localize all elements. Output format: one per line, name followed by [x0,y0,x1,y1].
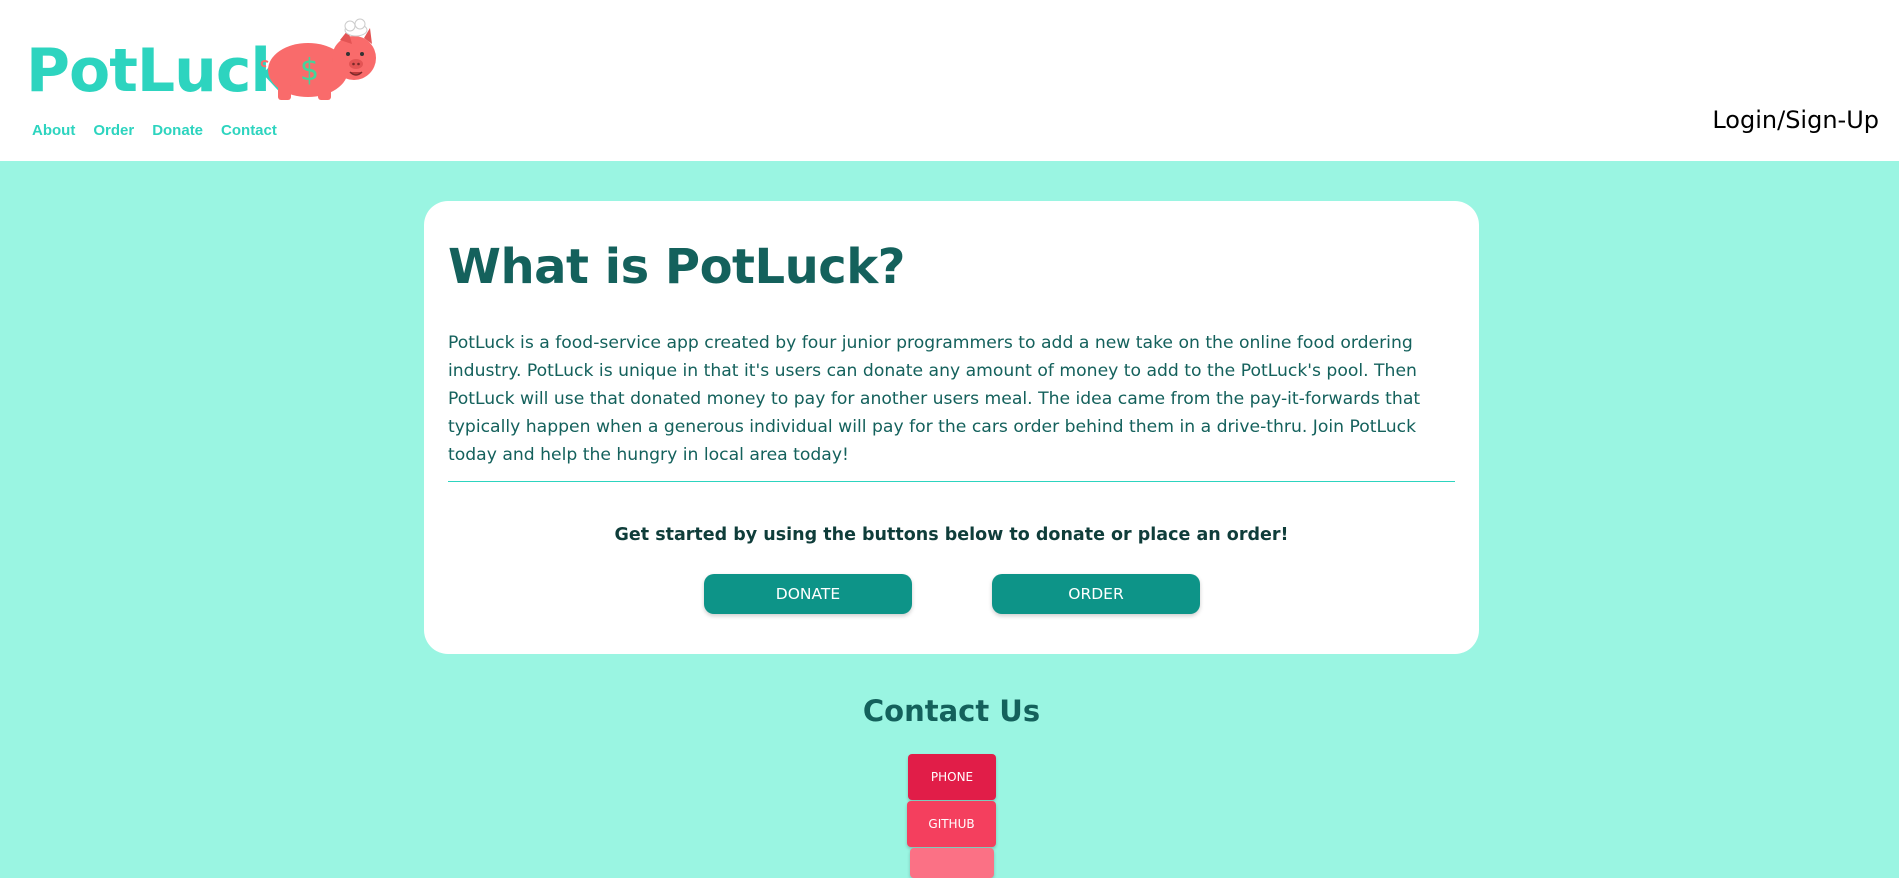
contact-button-3[interactable] [910,848,994,878]
donate-button[interactable]: DONATE [704,574,912,614]
pig-chef-piggy-bank-icon: $ [260,18,376,100]
nav-donate[interactable]: Donate [152,122,203,139]
about-description: PotLuck is a food-service app created by… [448,333,1421,465]
about-card: What is PotLuck? PotLuck is a food-servi… [424,201,1479,654]
divider [448,481,1455,482]
main-nav: About Order Donate Contact [32,122,277,139]
brand-name[interactable]: PotLuck [26,32,290,110]
page-title: What is PotLuck? [448,239,905,295]
login-signup-link[interactable]: Login/Sign-Up [1712,106,1879,134]
nav-contact[interactable]: Contact [221,122,277,139]
github-button[interactable]: GITHUB [907,801,996,847]
site-header: PotLuck $ About Order Donate Contact Log… [0,0,1899,161]
phone-button[interactable]: PHONE [908,754,996,800]
order-button[interactable]: ORDER [992,574,1200,614]
cta-text: Get started by using the buttons below t… [614,525,1289,545]
brand[interactable]: PotLuck $ [26,18,376,110]
nav-order[interactable]: Order [93,122,134,139]
nav-about[interactable]: About [32,122,75,139]
svg-text:$: $ [300,53,319,88]
contact-title: Contact Us [862,694,1041,728]
